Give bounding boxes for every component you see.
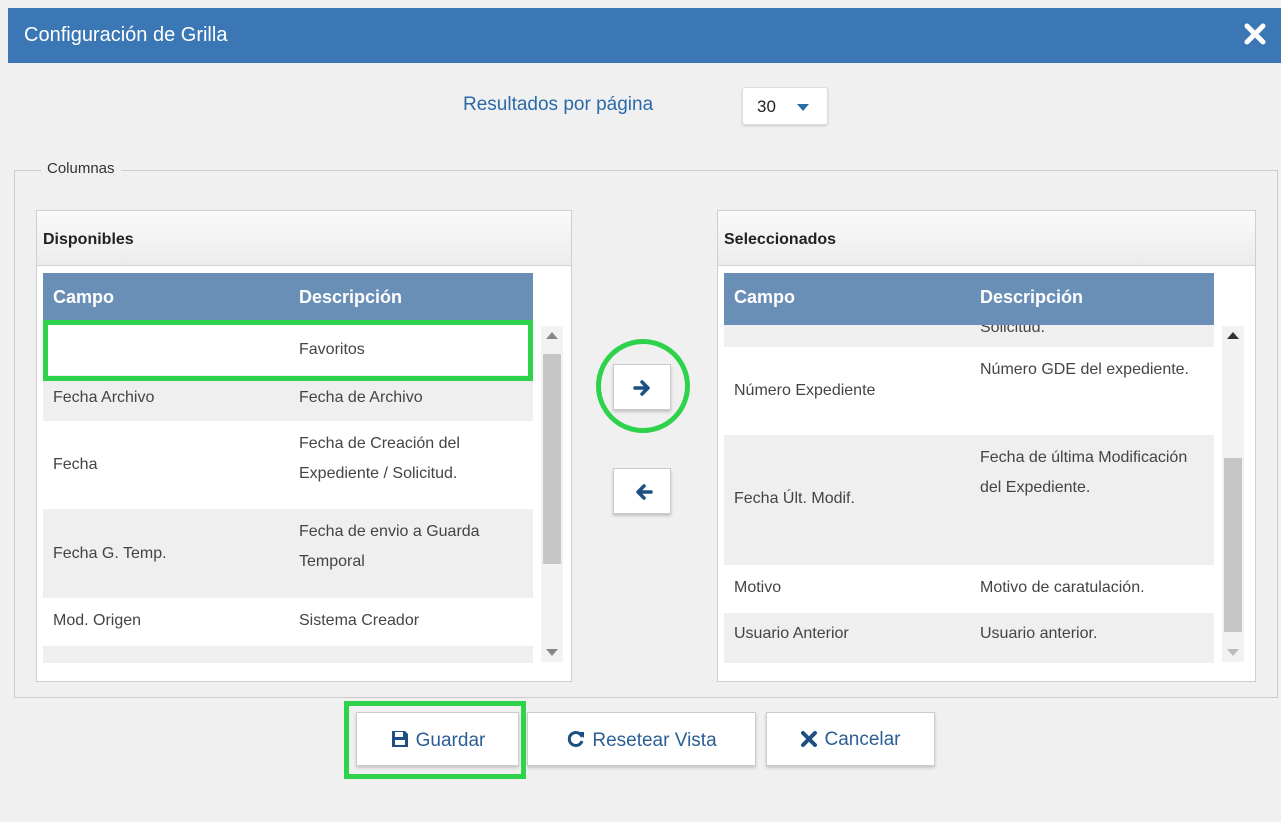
move-right-button[interactable]: [613, 364, 671, 410]
move-left-button[interactable]: [613, 468, 671, 514]
table-row-partial[interactable]: [43, 646, 533, 663]
cell-campo: Fecha: [53, 456, 98, 473]
scroll-thumb[interactable]: [1224, 458, 1242, 632]
cell-descripcion: Fecha de última Modificación del Expedie…: [980, 449, 1188, 496]
column-header-campo[interactable]: Campo: [53, 287, 114, 308]
grid-config-dialog: Configuración de Grilla Resultados por p…: [8, 8, 1281, 822]
save-button-label: Guardar: [415, 730, 486, 751]
available-grid: Campo Descripción Favoritos Fecha Archiv…: [43, 273, 533, 663]
cell-descripcion: Solicitud.: [980, 325, 1045, 336]
cell-descripcion: Fecha de Creación del Expediente / Solic…: [299, 435, 460, 482]
cell-descripcion: Motivo de caratulación.: [980, 579, 1145, 596]
cell-campo: Usuario Anterior: [734, 625, 849, 642]
column-header-campo[interactable]: Campo: [734, 287, 795, 308]
selected-rows: Solicitud. Número Expediente Número GDE …: [724, 325, 1214, 663]
dialog-titlebar: Configuración de Grilla: [8, 8, 1281, 63]
scroll-down-icon[interactable]: [1227, 649, 1239, 656]
table-row[interactable]: Solicitud.: [724, 325, 1214, 347]
scroll-down-icon[interactable]: [546, 649, 558, 656]
refresh-icon: [568, 731, 585, 747]
reset-view-button-label: Resetear Vista: [592, 730, 717, 751]
cell-descripcion: Fecha de Archivo: [299, 389, 423, 406]
cell-campo: Número Expediente: [734, 382, 876, 399]
table-row[interactable]: Usuario Anterior Usuario anterior.: [724, 613, 1214, 663]
cell-descripcion: Sistema Creador: [299, 612, 420, 629]
table-row[interactable]: Favoritos: [43, 325, 533, 375]
table-row[interactable]: Mod. Origen Sistema Creador: [43, 598, 533, 646]
columns-legend: Columnas: [41, 160, 121, 177]
table-row[interactable]: Motivo Motivo de caratulación.: [724, 565, 1214, 613]
available-scrollbar[interactable]: [541, 326, 563, 662]
available-panel-title: Disponibles: [37, 211, 571, 266]
cancel-button[interactable]: Cancelar: [766, 712, 935, 766]
cell-descripcion: Usuario anterior.: [980, 625, 1098, 642]
selected-panel: Seleccionados Campo Descripción Solicitu…: [717, 210, 1256, 682]
cell-descripcion: Favoritos: [299, 341, 365, 358]
close-icon[interactable]: [1243, 22, 1267, 46]
cell-campo: Fecha Últ. Modif.: [734, 490, 855, 507]
table-row[interactable]: Fecha Últ. Modif. Fecha de última Modifi…: [724, 435, 1214, 565]
table-row[interactable]: Fecha G. Temp. Fecha de envio a Guarda T…: [43, 509, 533, 598]
close-icon: [801, 731, 818, 747]
cell-descripcion: Número GDE del expediente.: [980, 361, 1189, 378]
floppy-disk-icon: [391, 731, 408, 747]
arrow-left-icon: [636, 484, 653, 500]
cell-descripcion: Fecha de envio a Guarda Temporal: [299, 523, 480, 570]
cancel-button-label: Cancelar: [824, 729, 901, 750]
cell-campo: Motivo: [734, 579, 782, 596]
available-rows: Favoritos Fecha Archivo Fecha de Archivo…: [43, 325, 533, 663]
table-row[interactable]: Fecha Archivo Fecha de Archivo: [43, 375, 533, 421]
column-header-descripcion[interactable]: Descripción: [980, 287, 1083, 308]
scroll-thumb[interactable]: [543, 354, 561, 564]
column-header-descripcion[interactable]: Descripción: [299, 287, 402, 308]
arrow-right-icon: [633, 380, 650, 396]
scroll-up-icon[interactable]: [546, 332, 558, 339]
available-panel: Disponibles Campo Descripción Favoritos …: [36, 210, 572, 682]
available-grid-header: Campo Descripción: [43, 273, 533, 325]
dialog-title: Configuración de Grilla: [24, 24, 228, 46]
selected-scrollbar[interactable]: [1222, 326, 1244, 662]
results-per-page-value: 30: [757, 97, 776, 116]
caret-down-icon: [797, 104, 809, 111]
selected-grid-header: Campo Descripción: [724, 273, 1214, 325]
selected-grid: Campo Descripción Solicitud. Número Expe…: [724, 273, 1214, 663]
cell-campo: Fecha G. Temp.: [53, 545, 167, 562]
cell-campo: Fecha Archivo: [53, 389, 155, 406]
selected-panel-title: Seleccionados: [718, 211, 1255, 266]
reset-view-button[interactable]: Resetear Vista: [527, 712, 756, 766]
save-button[interactable]: Guardar: [356, 712, 519, 766]
cell-campo: Mod. Origen: [53, 612, 142, 629]
scroll-up-icon[interactable]: [1227, 332, 1239, 339]
table-row[interactable]: Número Expediente Número GDE del expedie…: [724, 347, 1214, 435]
results-per-page-select[interactable]: 30: [742, 87, 828, 125]
table-row[interactable]: Fecha Fecha de Creación del Expediente /…: [43, 421, 533, 509]
results-per-page-label: Resultados por página: [463, 94, 654, 115]
